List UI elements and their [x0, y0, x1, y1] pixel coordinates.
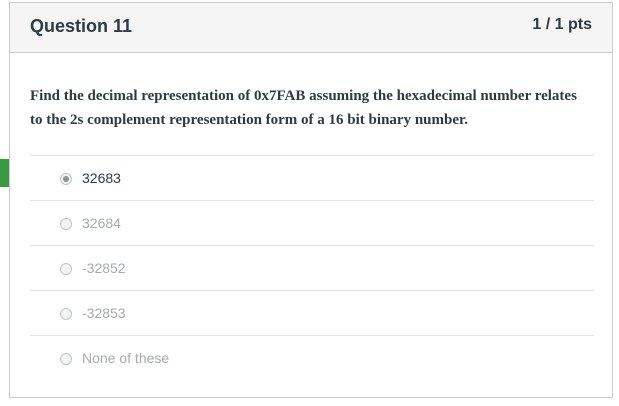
- answer-label: 32684: [82, 215, 121, 231]
- answer-label: -32852: [82, 260, 126, 276]
- radio-button[interactable]: [60, 308, 72, 320]
- radio-button[interactable]: [60, 218, 72, 230]
- radio-button[interactable]: [60, 173, 72, 185]
- question-points: 1 / 1 pts: [532, 16, 592, 33]
- radio-button[interactable]: [60, 263, 72, 275]
- answer-option-3[interactable]: -32852: [30, 246, 594, 291]
- answer-label: 32683: [82, 170, 121, 186]
- radio-button[interactable]: [60, 353, 72, 365]
- answer-option-4[interactable]: -32853: [30, 291, 594, 336]
- question-header: Question 11 1 / 1 pts: [10, 3, 612, 53]
- answer-option-2[interactable]: 32684: [30, 201, 594, 246]
- answer-list: 32683 32684 -32852 -32853 None of these: [30, 155, 594, 380]
- question-text: Find the decimal representation of 0x7FA…: [30, 88, 577, 128]
- question-card: Question 11 1 / 1 pts Find the decimal r…: [9, 2, 613, 398]
- answer-option-5[interactable]: None of these: [30, 336, 594, 380]
- answer-label: None of these: [82, 350, 170, 366]
- answer-option-1[interactable]: 32683: [30, 156, 594, 201]
- answer-label: -32853: [82, 305, 126, 321]
- question-title: Question 11: [30, 16, 133, 36]
